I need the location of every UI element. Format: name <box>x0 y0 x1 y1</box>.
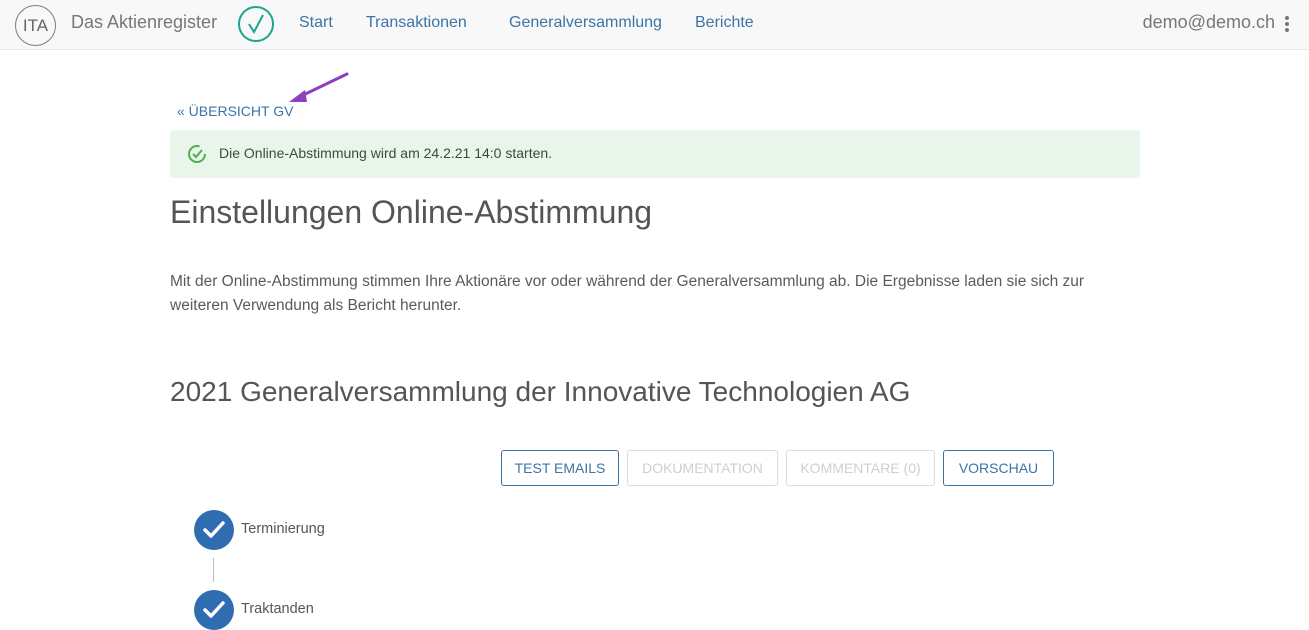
step-check-icon[interactable] <box>194 590 234 630</box>
nav-generalversammlung[interactable]: Generalversammlung <box>509 14 662 32</box>
annotation-arrow-icon <box>289 72 349 102</box>
check-circle-icon <box>188 145 206 163</box>
intro-line: weiteren Verwendung als Bericht herunter… <box>170 297 462 314</box>
intro-line: Mit der Online-Abstimmung stimmen Ihre A… <box>170 273 1085 290</box>
top-navbar: ITA Das Aktienregister Start Transaktion… <box>0 0 1309 50</box>
brand-name[interactable]: Das Aktienregister <box>71 12 217 33</box>
nav-transaktionen[interactable]: Transaktionen <box>366 14 467 32</box>
nav-berichte[interactable]: Berichte <box>695 14 754 32</box>
ita-logo[interactable]: ITA <box>15 5 56 46</box>
step-label-traktanden[interactable]: Traktanden <box>241 601 314 617</box>
event-title: 2021 Generalversammlung der Innovative T… <box>170 376 911 407</box>
status-alert: Die Online-Abstimmung wird am 24.2.21 14… <box>170 130 1140 178</box>
more-vertical-icon[interactable] <box>1284 15 1290 33</box>
comments-button[interactable]: KOMMENTARE (0) <box>786 450 935 486</box>
step-check-icon[interactable] <box>194 510 234 550</box>
user-email[interactable]: demo@demo.ch <box>1143 12 1275 33</box>
check-circle-icon <box>238 6 274 42</box>
preview-button[interactable]: VORSCHAU <box>943 450 1054 486</box>
test-emails-button[interactable]: TEST EMAILS <box>501 450 619 486</box>
documentation-button[interactable]: DOKUMENTATION <box>627 450 778 486</box>
page-title: Einstellungen Online-Abstimmung <box>170 194 653 230</box>
alert-message: Die Online-Abstimmung wird am 24.2.21 14… <box>219 145 553 161</box>
nav-start[interactable]: Start <box>299 14 333 32</box>
intro-text: Mit der Online-Abstimmung stimmen Ihre A… <box>170 270 1145 318</box>
step-label-terminierung[interactable]: Terminierung <box>241 521 325 537</box>
back-to-overview-link[interactable]: « ÜBERSICHT GV <box>177 103 293 119</box>
step-connector <box>213 558 214 582</box>
